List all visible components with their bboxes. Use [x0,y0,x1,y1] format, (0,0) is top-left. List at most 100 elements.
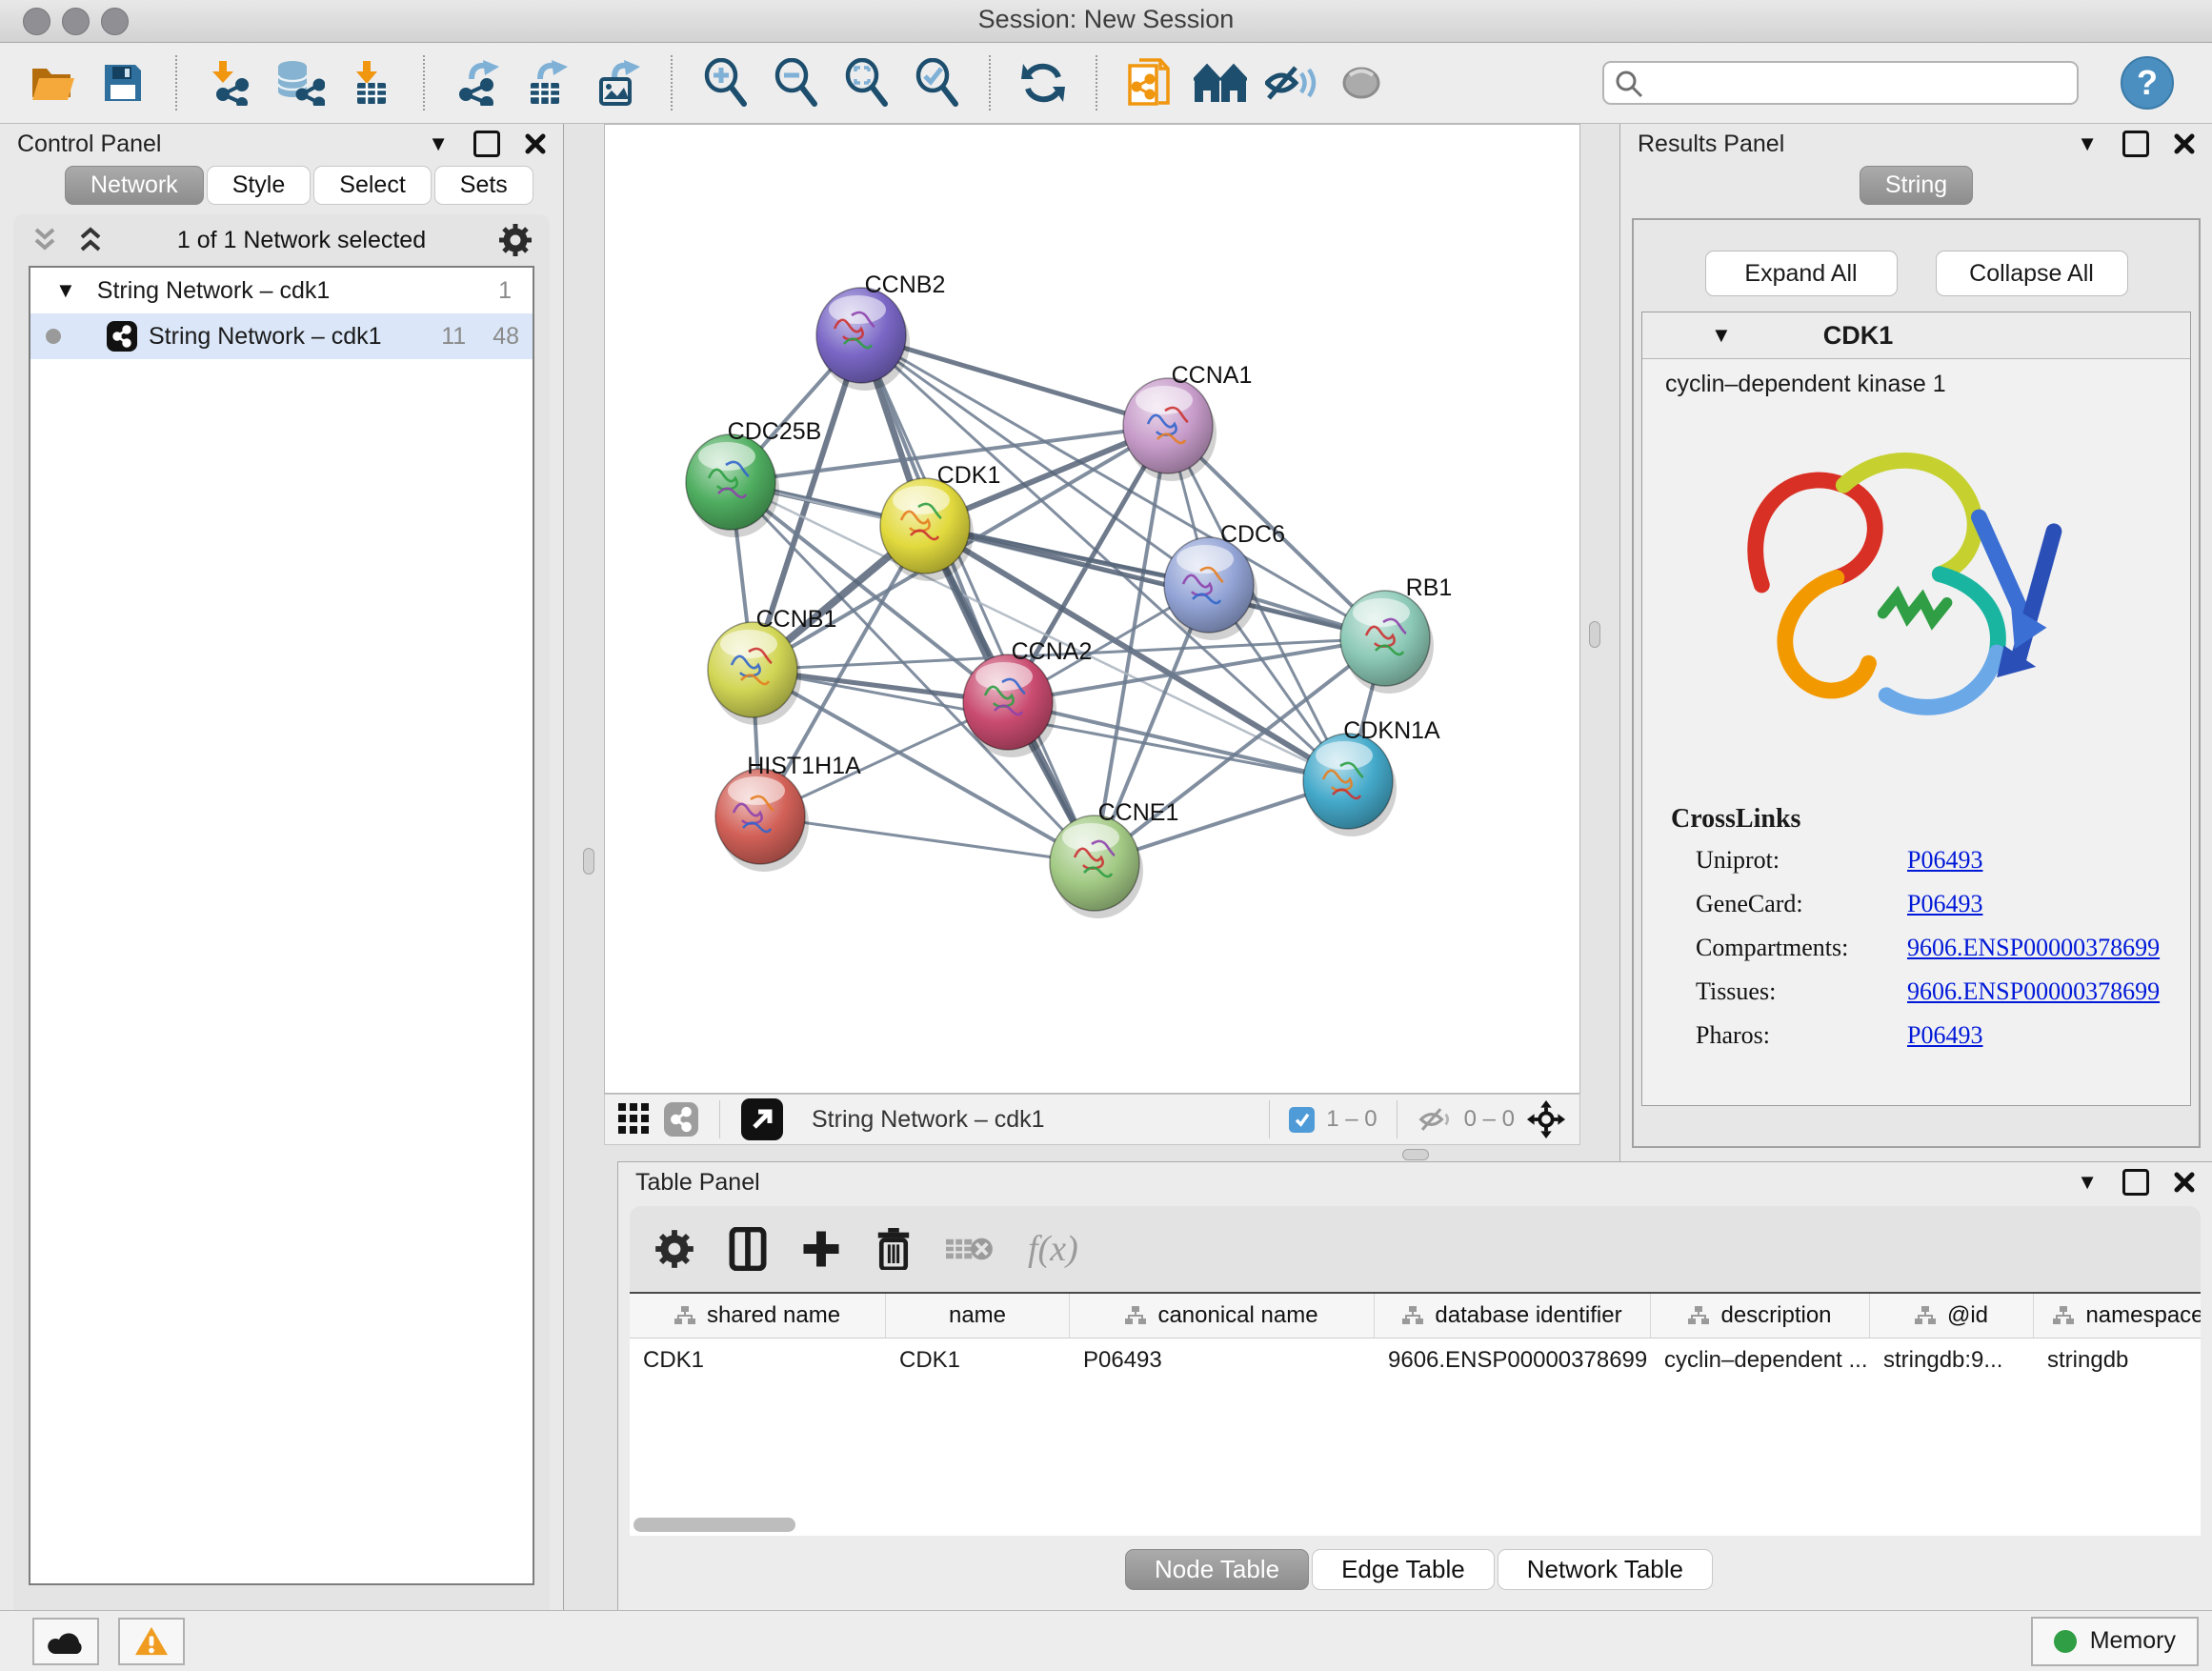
tab-select[interactable]: Select [313,166,431,205]
table-cell[interactable]: stringdb:9... [1870,1339,2034,1382]
table-cell[interactable]: CDK1 [886,1339,1070,1382]
tab-sets[interactable]: Sets [434,166,533,205]
hide-labels-button[interactable] [1263,52,1318,113]
grid-view-icon[interactable] [618,1103,651,1136]
string-homes-button[interactable] [1193,52,1248,113]
node-label-CCNB1: CCNB1 [756,606,837,633]
node-CCNE1[interactable] [1050,815,1143,918]
panel-menu-icon[interactable]: ▼ [428,133,449,154]
column-header-shared-name[interactable]: shared name [630,1294,886,1338]
delete-column-trash-icon[interactable] [875,1228,912,1270]
edge-CCNB2-CCNE1[interactable] [861,335,1095,863]
warning-status-button[interactable] [118,1618,185,1665]
network-graph[interactable]: CCNB2CCNA1CDC25BCDK1CDC6RB1CCNB1CCNA2CDK… [605,125,1579,1093]
open-session-button[interactable] [25,52,80,113]
expand-all-button[interactable]: Expand All [1705,251,1898,296]
import-network-file-button[interactable] [202,52,257,113]
export-image-button[interactable] [591,52,646,113]
panel-float-icon[interactable] [473,131,500,157]
apply-layout-button[interactable] [1016,52,1071,113]
zoom-out-button[interactable] [768,52,823,113]
add-column-plus-icon[interactable] [801,1229,841,1269]
tab-style[interactable]: Style [207,166,312,205]
panel-float-icon[interactable] [2122,1169,2149,1196]
column-header-description[interactable]: description [1651,1294,1870,1338]
column-header-canonical-name[interactable]: canonical name [1070,1294,1375,1338]
node-CCNB2[interactable] [816,288,910,391]
panel-menu-icon[interactable]: ▼ [2077,133,2098,154]
node-CDC25B[interactable] [686,434,779,537]
column-header-name[interactable]: name [886,1294,1070,1338]
tab-edge-table[interactable]: Edge Table [1312,1549,1495,1590]
crosslink-link[interactable]: P06493 [1907,882,1982,926]
save-session-button[interactable] [95,52,151,113]
left-splitter-handle[interactable] [583,848,594,875]
string-document-button[interactable] [1122,52,1177,113]
column-header-database-identifier[interactable]: database identifier [1375,1294,1651,1338]
column-header-namespace[interactable]: namespace [2034,1294,2201,1338]
node-CDK1[interactable] [880,478,974,581]
help-button[interactable]: ? [2121,56,2174,110]
expand-all-icon[interactable] [76,227,105,253]
gene-section-header[interactable]: ▼ CDK1 [1642,312,2190,359]
collapse-all-icon[interactable] [30,227,59,253]
table-cell[interactable]: stringdb [2034,1339,2201,1382]
title-bar: Session: New Session [0,0,2212,43]
export-table-button[interactable] [520,52,575,113]
node-HIST1H1A[interactable] [715,769,809,872]
tab-network-table[interactable]: Network Table [1498,1549,1713,1590]
edge-HIST1H1A-CCNE1[interactable] [760,816,1095,863]
import-table-button[interactable] [343,52,398,113]
search-input[interactable] [1602,61,2079,105]
table-row[interactable]: CDK1CDK1P064939606.ENSP00000378699cyclin… [630,1339,2201,1382]
overview-toggle-button[interactable] [741,1098,783,1140]
gray-eye-button[interactable] [1334,52,1389,113]
panel-menu-icon[interactable]: ▼ [2077,1172,2098,1193]
zoom-in-button[interactable] [697,52,753,113]
table-settings-gear-icon[interactable] [654,1229,694,1269]
tab-network[interactable]: Network [65,166,204,205]
panel-close-icon[interactable] [2174,133,2195,154]
network-row-selected[interactable]: String Network – cdk1 11 48 [30,313,533,359]
crosslink-row: Compartments:9606.ENSP00000378699 [1642,926,2190,970]
collapse-all-button[interactable]: Collapse All [1936,251,2128,296]
export-network-button[interactable] [450,52,505,113]
crosslink-link[interactable]: P06493 [1907,838,1982,882]
right-splitter-handle[interactable] [1589,621,1600,648]
network-canvas[interactable]: CCNB2CCNA1CDC25BCDK1CDC6RB1CCNB1CCNA2CDK… [604,124,1580,1094]
table-cell[interactable]: 9606.ENSP00000378699 [1375,1339,1651,1382]
crosslink-link[interactable]: 9606.ENSP00000378699 [1907,926,2160,970]
node-CDKN1A[interactable] [1303,734,1397,836]
table-cell[interactable]: P06493 [1070,1339,1375,1382]
zoom-fit-button[interactable] [838,52,894,113]
crosslink-link[interactable]: P06493 [1907,1014,1982,1057]
edge-CDK1-RB1[interactable] [925,526,1385,638]
horizontal-scrollbar[interactable] [633,1518,795,1532]
show-columns-icon[interactable] [729,1227,767,1271]
panel-close-icon[interactable] [525,133,546,154]
column-header-id[interactable]: @id [1870,1294,2034,1338]
selected-checkbox[interactable] [1289,1107,1315,1133]
node-RB1[interactable] [1340,591,1434,694]
crosslink-link[interactable]: 9606.ENSP00000378699 [1907,970,2160,1014]
table-cell[interactable]: cyclin–dependent ... [1651,1339,1870,1382]
share-badge-icon[interactable] [664,1102,698,1137]
string-results-box: Expand All Collapse All ▼ CDK1 cyclin–de… [1632,218,2201,1148]
import-network-database-button[interactable] [272,52,328,113]
cloud-status-button[interactable] [32,1618,99,1665]
memory-button[interactable]: Memory [2031,1617,2199,1666]
network-collection-row[interactable]: ▼ String Network – cdk1 1 [30,268,533,313]
node-CCNA1[interactable] [1123,378,1217,481]
zoom-selected-button[interactable] [909,52,964,113]
tab-node-table[interactable]: Node Table [1125,1549,1309,1590]
panel-float-icon[interactable] [2122,131,2149,157]
edge-CCNA2-CDKN1A[interactable] [1008,702,1348,781]
gear-icon[interactable] [498,223,533,257]
table-cell[interactable]: CDK1 [630,1339,886,1382]
panel-close-icon[interactable] [2174,1172,2195,1193]
horizontal-splitter-handle[interactable] [1402,1149,1429,1160]
tab-string[interactable]: String [1860,166,1973,205]
section-collapse-icon[interactable]: ▼ [1711,325,1732,346]
pan-crosshair-icon[interactable] [1526,1099,1566,1139]
tree-expand-icon[interactable]: ▼ [55,280,76,301]
